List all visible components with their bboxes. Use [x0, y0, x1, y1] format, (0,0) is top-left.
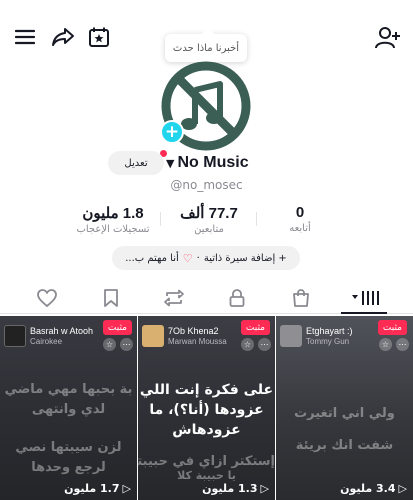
likes-count: 1.8 مليون [82, 205, 144, 222]
lyrics-line: لرجع وحدها [31, 460, 106, 475]
song-title: Basrah w Atooh [30, 326, 94, 337]
display-name: No Music [177, 154, 249, 171]
video-tile[interactable]: Etghayart :) Tommy Gun مثبت ☆ ⋯ ولي اني … [276, 316, 413, 500]
lyrics-line: عزودها (أنا؟)، ما [149, 402, 264, 418]
lyrics-line: بة بحبها مهي ماضي [4, 382, 133, 397]
song-thumbnail [4, 325, 26, 347]
heart-icon [37, 289, 57, 307]
lyrics-line: عزودهاش [172, 422, 241, 438]
song-artist: Tommy Gun [306, 336, 350, 346]
shop-bag-icon [293, 289, 309, 307]
more-icon[interactable]: ⋯ [120, 338, 133, 351]
pinned-badge: مثبت [240, 320, 270, 335]
play-icon: ▷ [260, 482, 269, 495]
followers-count: 77.7 ألف [180, 205, 238, 222]
play-icon: ▷ [398, 482, 407, 495]
bookmark-icon [104, 289, 118, 307]
view-count: ▷ 1.7 مليون [64, 482, 131, 495]
edit-profile-button[interactable]: تعديل [108, 151, 164, 175]
calendar-star-icon[interactable] [86, 24, 112, 50]
stats-row: 1.8 مليون تسجيلات الإعجاب 77.7 ألف متابع… [0, 204, 413, 240]
share-icon[interactable] [50, 24, 76, 50]
video-tile[interactable]: 7Ob Khena2 Marwan Moussa مثبت ☆ ⋯ على فك… [138, 316, 275, 500]
tab-saved[interactable] [96, 284, 126, 312]
more-icon[interactable]: ⋯ [396, 338, 409, 351]
stat-divider [160, 212, 161, 226]
add-bio-label: + إضافة سيرة ذاتية [203, 252, 287, 264]
lyrics-line: ولي اني اتغيرت [294, 406, 395, 421]
song-title: Etghayart :) [306, 326, 353, 337]
lyrics-line: لزن سيبتها نصي [15, 440, 122, 455]
stat-followers[interactable]: 77.7 ألف متابعين [164, 204, 254, 235]
star-icon[interactable]: ☆ [241, 338, 254, 351]
interests-label: أنا مهتم ب... [125, 252, 179, 264]
repost-icon [164, 289, 184, 307]
view-count: ▷ 1.3 مليون [202, 482, 269, 495]
video-tile[interactable]: Basrah w Atooh Cairokee مثبت ☆ ⋯ بة بحبه… [0, 316, 137, 500]
name-switcher[interactable]: ▼ No Music [166, 152, 249, 174]
song-artist: Marwan Moussa [168, 336, 227, 346]
tile-actions: ☆ ⋯ [103, 338, 133, 351]
stat-following[interactable]: 0 أتابعه [268, 204, 332, 234]
add-avatar-button[interactable]: + [160, 120, 184, 144]
menu-icon[interactable] [12, 24, 38, 50]
likes-label: تسجيلات الإعجاب [76, 224, 150, 235]
tab-liked[interactable] [32, 284, 62, 312]
star-icon[interactable]: ☆ [103, 338, 116, 351]
lyrics-line: على فكرة إنت اللي [139, 382, 274, 398]
tooltip-text: أخبرنا ماذا حدث [172, 42, 240, 54]
video-grid: Etghayart :) Tommy Gun مثبت ☆ ⋯ ولي اني … [0, 316, 413, 500]
play-icon: ▷ [122, 482, 131, 495]
bio-separator: · [196, 252, 200, 264]
more-icon[interactable]: ⋯ [258, 338, 271, 351]
tab-reposts[interactable] [159, 284, 189, 312]
active-tab-indicator [341, 312, 387, 314]
tab-videos[interactable] [349, 284, 383, 312]
song-info: 7Ob Khena2 Marwan Moussa [142, 322, 227, 350]
song-info: Etghayart :) Tommy Gun [280, 322, 353, 350]
lock-icon [229, 289, 245, 307]
videos-grid-icon [352, 291, 379, 305]
tile-actions: ☆ ⋯ [379, 338, 409, 351]
view-count: ▷ 3.4 مليون [340, 482, 407, 495]
add-bio-button[interactable]: + إضافة سيرة ذاتية · ♡ أنا مهتم ب... [112, 246, 300, 270]
followers-label: متابعين [194, 224, 224, 235]
stat-divider [256, 212, 257, 226]
profile-tabs [0, 282, 413, 314]
tab-shop[interactable] [286, 284, 316, 312]
tab-private[interactable] [222, 284, 252, 312]
heart-icon: ♡ [182, 251, 193, 265]
following-count: 0 [295, 204, 305, 221]
song-thumbnail [280, 325, 302, 347]
feedback-tooltip[interactable]: أخبرنا ماذا حدث [165, 28, 247, 62]
following-label: أتابعه [289, 223, 311, 234]
star-icon[interactable]: ☆ [379, 338, 392, 351]
stat-likes[interactable]: 1.8 مليون تسجيلات الإعجاب [68, 204, 158, 235]
song-thumbnail [142, 325, 164, 347]
tile-actions: ☆ ⋯ [241, 338, 271, 351]
lyrics-line: لدي وانتهى [31, 402, 106, 417]
song-artist: Cairokee [30, 336, 63, 346]
username: @no_mosec [170, 178, 243, 192]
pinned-badge: مثبت [377, 320, 407, 335]
song-info: Basrah w Atooh Cairokee [4, 322, 93, 350]
add-user-icon[interactable] [374, 24, 402, 52]
chevron-down-icon: ▼ [166, 156, 175, 170]
lyrics-line: شفت انك بريئة [295, 438, 394, 453]
pinned-badge: مثبت [102, 320, 132, 335]
song-title: 7Ob Khena2 [168, 326, 219, 337]
